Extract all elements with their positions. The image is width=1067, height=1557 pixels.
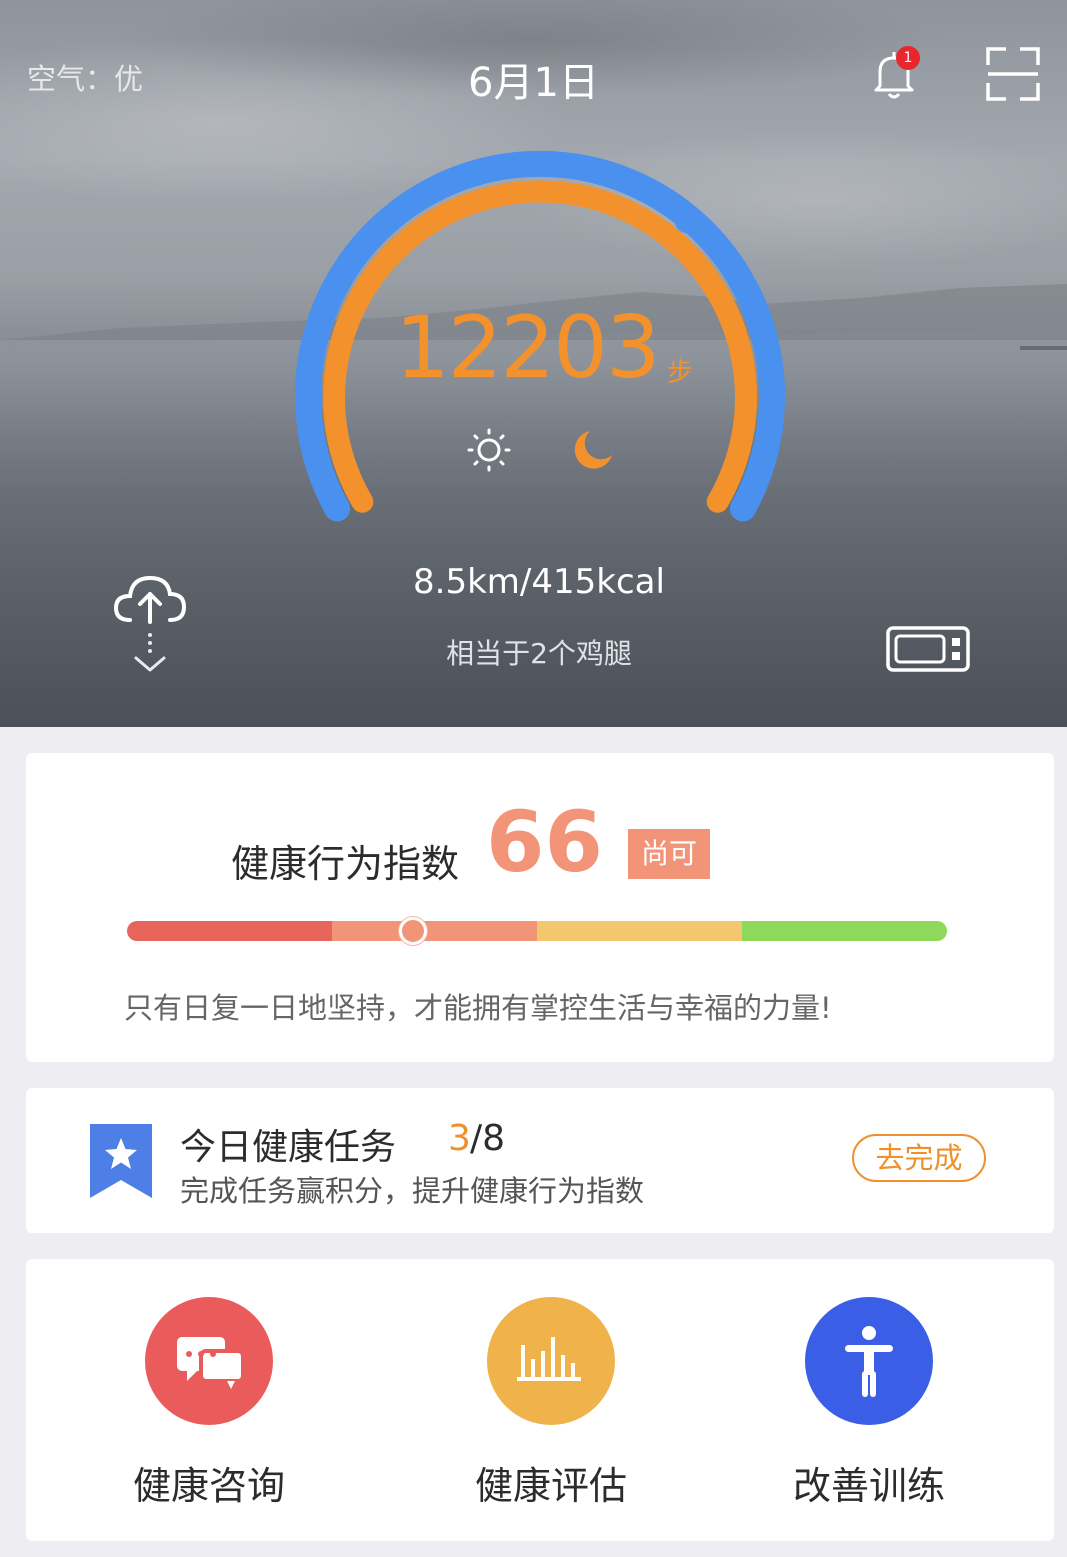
person-icon xyxy=(845,1326,893,1397)
chat-bubbles-icon xyxy=(177,1337,245,1389)
step-unit: 步 xyxy=(667,358,694,388)
go-complete-button[interactable]: 去完成 xyxy=(852,1134,986,1182)
bar-segment-fair xyxy=(332,921,537,941)
daily-task-card[interactable]: 今日健康任务 3 /8 完成任务赢积分，提升健康行为指数 去完成 xyxy=(26,1088,1054,1233)
feature-icon-circle xyxy=(145,1297,273,1425)
health-index-score: 66 xyxy=(486,793,603,891)
feature-label: 改善训练 xyxy=(792,1464,945,1508)
bar-segment-excellent xyxy=(742,921,947,941)
bookmark-star-icon xyxy=(90,1124,152,1198)
feature-health-assessment[interactable]: 健康评估 xyxy=(401,1297,701,1510)
feature-label: 健康评估 xyxy=(474,1464,627,1508)
cloud-sync-icon[interactable] xyxy=(112,572,188,676)
task-subtitle: 完成任务赢积分，提升健康行为指数 xyxy=(180,1174,645,1208)
task-title: 今日健康任务 xyxy=(180,1127,397,1168)
health-motto: 只有日复一日地坚持，才能拥有掌控生活与幸福的力量! xyxy=(124,991,832,1025)
bar-segment-good xyxy=(537,921,742,941)
health-index-grade-badge: 尚可 xyxy=(628,829,710,879)
sun-icon[interactable] xyxy=(466,427,512,473)
feature-label: 健康咨询 xyxy=(132,1464,285,1508)
hero-banner: 空气：优 6月1日 1 12203 步 8.5km/415kcal 相当于2个鸡… xyxy=(0,0,1067,727)
feature-improvement-training[interactable]: 改善训练 xyxy=(719,1297,1019,1510)
bar-segment-poor xyxy=(127,921,332,941)
bar-chart-icon xyxy=(517,1337,581,1381)
features-card: 健康咨询 健康评估 改善训练 xyxy=(26,1259,1054,1541)
moon-icon[interactable] xyxy=(572,427,616,471)
health-index-marker xyxy=(399,917,427,945)
band-device-icon[interactable] xyxy=(886,626,970,672)
health-index-card[interactable]: 健康行为指数 66 尚可 只有日复一日地坚持，才能拥有掌控生活与幸福的力量! xyxy=(26,753,1054,1062)
feature-icon-circle xyxy=(487,1297,615,1425)
task-total-count: /8 xyxy=(470,1118,506,1159)
feature-icon-circle xyxy=(805,1297,933,1425)
health-index-label: 健康行为指数 xyxy=(231,842,460,886)
health-index-bar xyxy=(127,921,947,941)
task-done-count: 3 xyxy=(448,1118,471,1159)
feature-health-consult[interactable]: 健康咨询 xyxy=(59,1297,359,1510)
notification-badge: 1 xyxy=(896,46,920,70)
scan-icon[interactable] xyxy=(986,47,1040,101)
step-count: 12203 xyxy=(395,298,661,398)
